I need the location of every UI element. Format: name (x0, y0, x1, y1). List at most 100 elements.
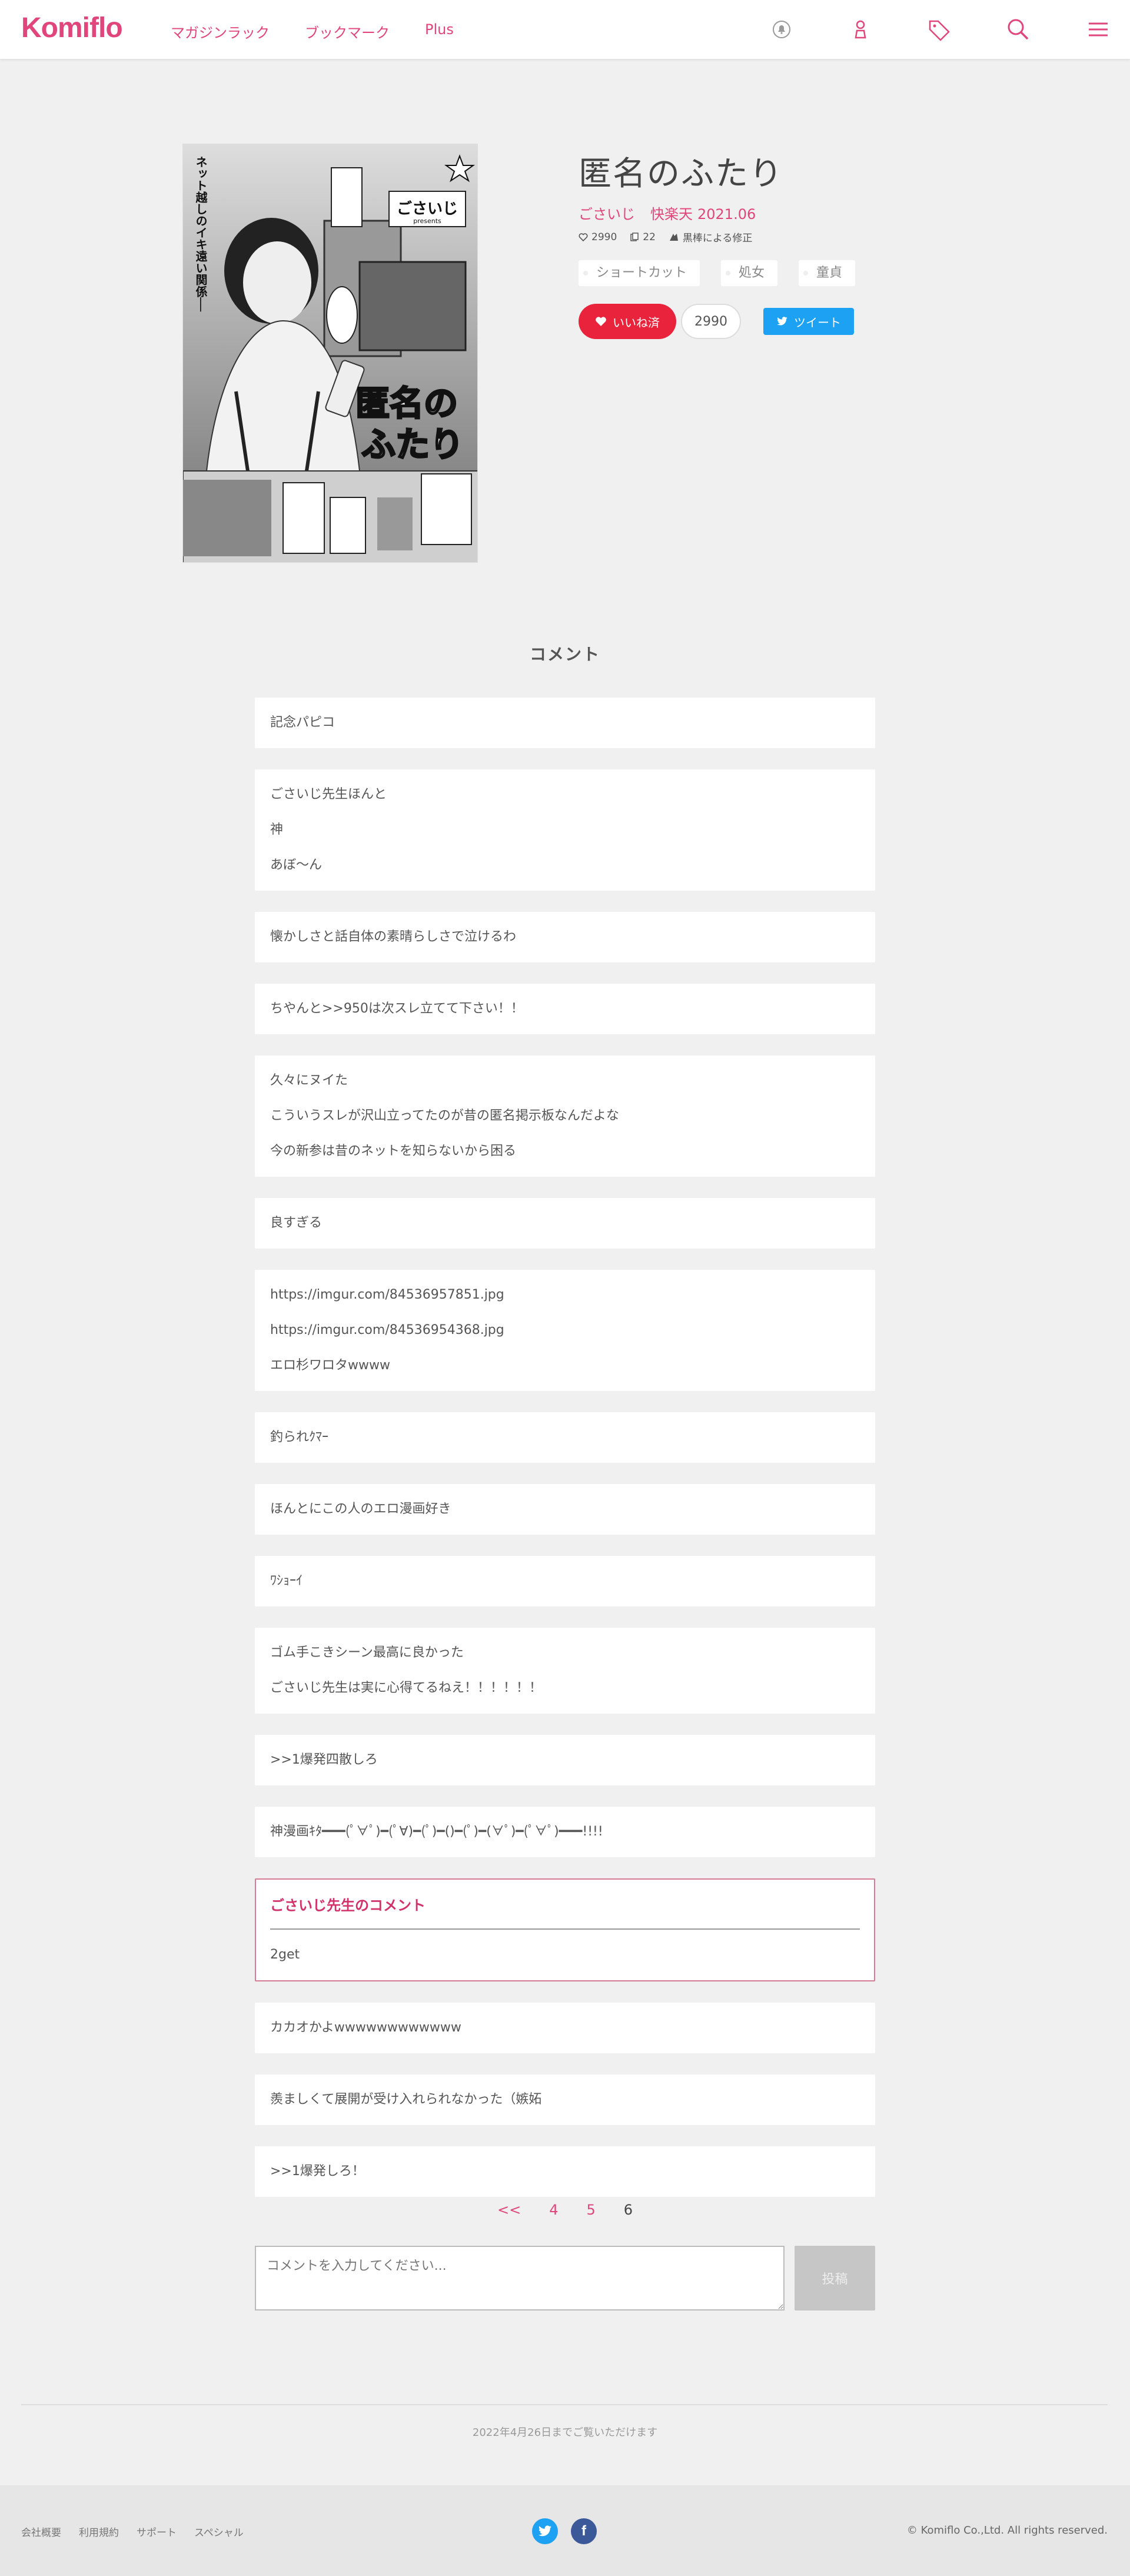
comment-card: ﾜｼｮｰｲ (255, 1556, 875, 1606)
pages-stat: 22 (630, 231, 656, 243)
like-button[interactable]: いいね済 (579, 304, 676, 339)
comment-line: エロ杉ワロタwwww (270, 1358, 390, 1373)
user-icon[interactable] (848, 16, 873, 42)
pager-prev[interactable]: << (497, 2202, 521, 2218)
footer-link-company[interactable]: 会社概要 (21, 2524, 61, 2539)
comment-line[interactable]: https://imgur.com/84536957851.jpg (270, 1286, 860, 1304)
comment-line: こういうスレが沢山立ってたのが昔の匿名掲示板なんだよな (270, 1108, 619, 1123)
comment-card: >>1爆発四散しろ (255, 1735, 875, 1785)
comment-card: ちやんと>>950は次スレ立てて下さい！！ (255, 984, 875, 1034)
comment-card: ゴム手こきシーン最高に良かったごさいじ先生は実に心得てるねえ！！！！！！ (255, 1628, 875, 1714)
work-meta: ごさいじ 快楽天 2021.06 (579, 203, 771, 223)
comment-line[interactable]: https://imgur.com/84536954368.jpg (270, 1322, 860, 1339)
footer-links: 会社概要 利用規約 サポート スペシャル (21, 2524, 244, 2539)
nav-magazine-rack[interactable]: マガジンラック (171, 21, 270, 42)
pager-current: 6 (623, 2202, 633, 2218)
comment-line: 2get (270, 1947, 300, 1962)
work-actions: いいね済 2990 ツイート (579, 304, 854, 339)
search-icon[interactable] (1005, 16, 1031, 42)
comment-line: 羨ましくて展開が受け入れられなかった（嫉妬 (270, 2092, 542, 2107)
author-comment-heading: ごさいじ先生のコメント (270, 1894, 860, 1930)
tag-item[interactable]: ショートカット (579, 260, 700, 286)
svg-text:ふたり: ふたり (361, 424, 464, 464)
comment-line: ほんとにこの人のエロ漫画好き (270, 1502, 451, 1516)
availability-notice: 2022年4月26日までご覧いただけます (472, 2426, 658, 2439)
submit-button[interactable]: 投稿 (795, 2246, 875, 2311)
top-header: Komiflo マガジンラック ブックマーク Plus (0, 0, 1130, 59)
work-title: 匿名のふたり (579, 155, 783, 193)
twitter-icon (777, 317, 787, 326)
like-count: 2990 (681, 304, 741, 339)
comment-line: 久々にヌイた (270, 1073, 348, 1088)
menu-icon[interactable] (1085, 16, 1111, 42)
bell-icon[interactable] (769, 16, 795, 42)
tag-icon[interactable] (926, 16, 952, 42)
heart-outline-icon (579, 233, 588, 241)
comment-line: ちやんと>>950は次スレ立てて下さい！！ (270, 1001, 524, 1016)
comment-card: カカオかよwwwwwwwwwwww (255, 2003, 875, 2053)
cover-title: 匿名の (355, 383, 458, 423)
footer: 会社概要 利用規約 サポート スペシャル f © Komiflo Co.,Ltd… (0, 2485, 1130, 2576)
comment-card: ごさいじ先生ほんと神あぼ〜ん (255, 769, 875, 891)
tweet-button-label: ツイート (794, 316, 841, 330)
pager-page-4[interactable]: 4 (549, 2202, 558, 2218)
author-link[interactable]: ごさいじ (579, 206, 635, 223)
issue-link[interactable]: 2021.06 (697, 206, 756, 223)
correction-text: 黒棒による修正 (682, 233, 753, 244)
comment-line: ごさいじ先生ほんと (270, 787, 387, 802)
comment-card: 懐かしさと話自体の素晴らしさで泣けるわ (255, 912, 875, 962)
nav-bookmark[interactable]: ブックマーク (305, 21, 390, 42)
pages-count: 22 (643, 231, 656, 243)
magazine-link[interactable]: 快楽天 (650, 206, 693, 223)
comment-line: カカオかよwwwwwwwwwwww (270, 2020, 461, 2035)
comment-card: 羨ましくて展開が受け入れられなかった（嫉妬 (255, 2074, 875, 2125)
pages-icon (630, 232, 639, 241)
comment-line: 懐かしさと話自体の素晴らしさで泣けるわ (270, 930, 517, 944)
comment-card: 神漫画ｷﾀ━━━(ﾟ∀ﾟ)━(ﾟ∀)━(ﾟ)━()━(ﾟ)━(∀ﾟ)━(ﾟ∀ﾟ)… (255, 1807, 875, 1857)
footer-link-support[interactable]: サポート (137, 2524, 177, 2539)
comment-line: 今の新参は昔のネットを知らないから困る (270, 1144, 517, 1158)
tag-item[interactable]: 処女 (721, 260, 778, 286)
comment-line: 神漫画ｷﾀ━━━(ﾟ∀ﾟ)━(ﾟ∀)━(ﾟ)━()━(ﾟ)━(∀ﾟ)━(ﾟ∀ﾟ)… (270, 1824, 603, 1839)
comment-line: ごさいじ先生は実に心得てるねえ！！！！！！ (270, 1681, 543, 1695)
heart-icon (596, 317, 606, 326)
pager-page-5[interactable]: 5 (586, 2202, 595, 2218)
censor-icon (669, 233, 678, 241)
tag-list: ショートカット 処女 童貞 (579, 260, 856, 286)
twitter-icon[interactable] (532, 2518, 558, 2544)
copyright: © Komiflo Co.,Ltd. All rights reserved. (906, 2524, 1108, 2537)
comment-list: 記念パピコごさいじ先生ほんと神あぼ〜ん懐かしさと話自体の素晴らしさで泣けるわ ちや… (255, 698, 875, 2218)
footer-link-special[interactable]: スペシャル (194, 2524, 244, 2539)
footer-link-terms[interactable]: 利用規約 (79, 2524, 119, 2539)
comments-heading: コメント (529, 645, 600, 664)
comment-card: >>1爆発しろ！ (255, 2146, 875, 2197)
comment-line: >>1爆発四散しろ (270, 1752, 378, 1767)
correction-stat: 黒棒による修正 (669, 230, 753, 244)
cover-headline: ネット越しのイキ遠い関係── (194, 156, 208, 312)
comment-card: 釣られｸﾏｰ (255, 1412, 875, 1463)
nav-plus[interactable]: Plus (425, 21, 454, 38)
divider (21, 2404, 1108, 2405)
comment-input[interactable] (255, 2246, 785, 2311)
comment-line: あぼ〜ん (270, 858, 323, 872)
comment-card: 久々にヌイたこういうスレが沢山立ってたのが昔の匿名掲示板なんだよな 今の新参は昔の… (255, 1055, 875, 1177)
pagination: << 4 5 6 (0, 2202, 1130, 2218)
tweet-button[interactable]: ツイート (763, 308, 854, 335)
comment-card: https://imgur.com/84536957851.jpg https:/… (255, 1270, 875, 1391)
cover-presents: presents (413, 217, 441, 225)
comment-line: 釣られｸﾏｰ (270, 1430, 329, 1445)
tag-item[interactable]: 童貞 (799, 260, 856, 286)
comment-line: 記念パピコ (270, 715, 335, 730)
facebook-icon[interactable]: f (571, 2518, 597, 2544)
comment-line: 良すぎる (270, 1216, 323, 1230)
comment-line: ゴム手こきシーン最高に良かった (270, 1645, 464, 1660)
work-stats: 2990 22 黒棒による修正 (579, 230, 752, 244)
likes-count: 2990 (591, 231, 617, 243)
comment-line: ﾜｼｮｰｲ (270, 1574, 303, 1588)
comment-card: 記念パピコ (255, 698, 875, 748)
logo[interactable]: Komiflo (21, 12, 123, 44)
cover-image[interactable]: ごさいじ presents 匿名の ふたり ネット越しのイキ遠い関係── (182, 144, 478, 563)
comment-line: 神 (270, 822, 284, 837)
like-button-label: いいね済 (613, 316, 660, 330)
comment-line: >>1爆発しろ！ (270, 2164, 365, 2179)
